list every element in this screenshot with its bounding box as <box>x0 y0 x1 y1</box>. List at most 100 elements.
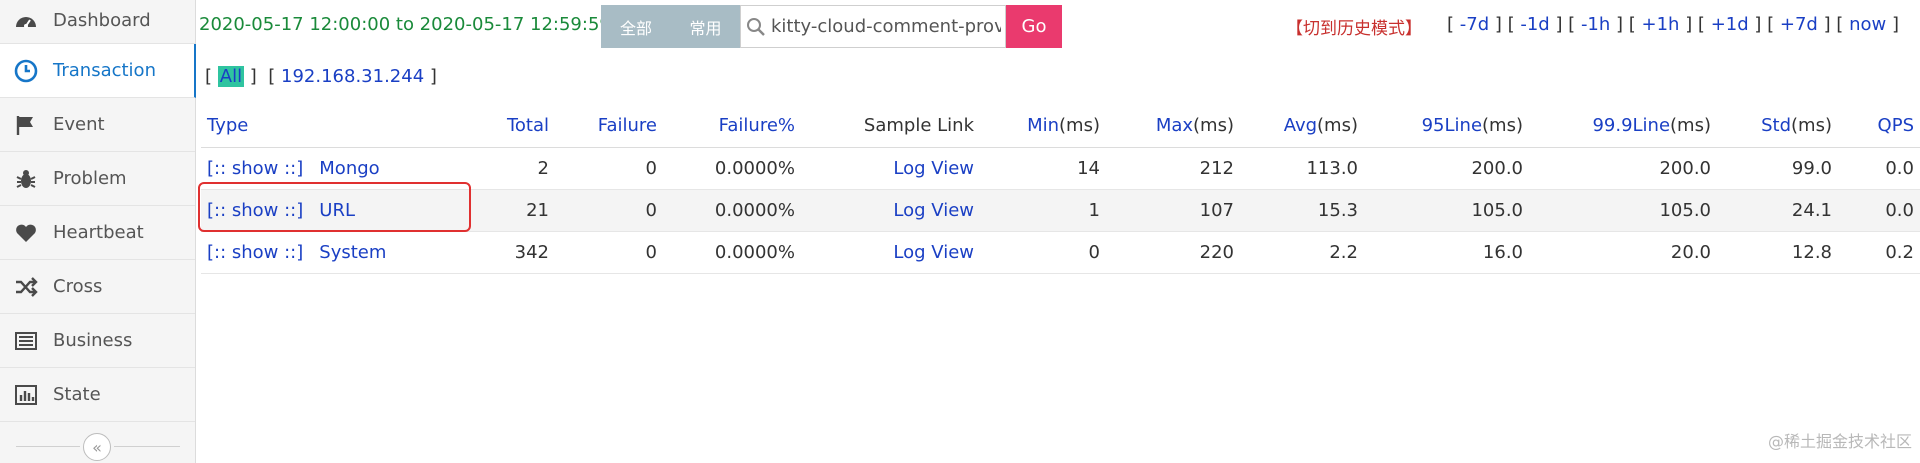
ip-filter: [ All ] [ 192.168.31.244 ] <box>205 66 437 87</box>
transaction-table: Type Total Failure Failure% Sample Link … <box>201 105 1920 274</box>
sidebar-item-state[interactable]: State <box>0 368 195 422</box>
col-failure-pct[interactable]: Failure% <box>663 105 801 148</box>
type-name-link[interactable]: URL <box>319 200 355 221</box>
time-jump-links: [ -7d ] [ -1d ] [ -1h ] [ +1h ] [ +1d ] … <box>1447 14 1899 35</box>
sidebar-item-transaction[interactable]: Transaction <box>0 44 196 98</box>
cell-min: 1 <box>980 189 1106 232</box>
bug-icon <box>12 165 40 193</box>
log-view-link[interactable]: Log View <box>893 200 974 221</box>
heart-icon <box>12 219 40 247</box>
search-box <box>740 5 1006 48</box>
sidebar-item-label: Problem <box>53 168 127 189</box>
cell-failure: 0 <box>555 147 663 190</box>
seg-all-button[interactable]: 全部 <box>601 5 671 48</box>
col-type[interactable]: Type <box>201 105 441 148</box>
sidebar-item-label: Dashboard <box>53 10 151 31</box>
col-avg[interactable]: Avg(ms) <box>1240 105 1364 148</box>
sidebar-item-label: Heartbeat <box>53 222 144 243</box>
jump-plus-1h[interactable]: +1h <box>1642 14 1680 35</box>
col-qps[interactable]: QPS <box>1838 105 1920 148</box>
jump-minus-1h[interactable]: -1h <box>1581 14 1610 35</box>
col-999line[interactable]: 99.9Line(ms) <box>1529 105 1717 148</box>
cell-failure: 0 <box>555 189 663 232</box>
jump-minus-1d[interactable]: -1d <box>1520 14 1549 35</box>
show-link[interactable]: [:: show ::] <box>207 242 303 263</box>
sidebar-item-dashboard[interactable]: Dashboard <box>0 0 195 44</box>
cell-avg: 113.0 <box>1240 147 1364 190</box>
unit-label: (ms) <box>1193 115 1234 137</box>
list-icon <box>12 327 40 355</box>
cell-std: 99.0 <box>1717 147 1838 190</box>
type-name-link[interactable]: System <box>319 242 386 263</box>
seg-common-button[interactable]: 常用 <box>671 5 740 48</box>
col-sample-link: Sample Link <box>801 105 980 148</box>
search-input[interactable] <box>771 6 1001 47</box>
cell-failure-pct: 0.0000% <box>663 147 801 190</box>
cell-avg: 2.2 <box>1240 231 1364 274</box>
cell-999line: 105.0 <box>1529 189 1717 232</box>
col-95line[interactable]: 95Line(ms) <box>1364 105 1529 148</box>
cell-min: 14 <box>980 147 1106 190</box>
time-range: 2020-05-17 12:00:00 to 2020-05-17 12:59:… <box>199 14 611 35</box>
unit-label: (ms) <box>1059 115 1100 137</box>
cell-max: 107 <box>1106 189 1240 232</box>
cell-sample-link: Log View <box>801 189 980 232</box>
cell-std: 24.1 <box>1717 189 1838 232</box>
sidebar-item-cross[interactable]: Cross <box>0 260 195 314</box>
divider <box>114 446 180 447</box>
col-std[interactable]: Std(ms) <box>1717 105 1838 148</box>
cell-999line: 20.0 <box>1529 231 1717 274</box>
jump-plus-7d[interactable]: +7d <box>1780 14 1818 35</box>
col-max-label: Max <box>1155 115 1194 137</box>
table-header-row: Type Total Failure Failure% Sample Link … <box>201 105 1920 148</box>
table-row: [:: show ::] URL 21 0 0.0000% Log View 1 … <box>201 189 1920 232</box>
unit-label: (ms) <box>1482 115 1523 137</box>
sidebar-item-label: Cross <box>53 276 103 297</box>
sidebar-item-label: State <box>53 384 101 405</box>
cell-failure: 0 <box>555 231 663 274</box>
collapse-sidebar-button[interactable]: « <box>83 433 111 461</box>
log-view-link[interactable]: Log View <box>893 242 974 263</box>
go-button[interactable]: Go <box>1006 5 1062 48</box>
col-min[interactable]: Min(ms) <box>980 105 1106 148</box>
col-total[interactable]: Total <box>441 105 555 148</box>
log-view-link[interactable]: Log View <box>893 158 974 179</box>
jump-minus-7d[interactable]: -7d <box>1460 14 1489 35</box>
sidebar-item-label: Business <box>53 330 133 351</box>
cell-total: 342 <box>441 231 555 274</box>
col-failure[interactable]: Failure <box>555 105 663 148</box>
jump-plus-1d[interactable]: +1d <box>1711 14 1749 35</box>
cell-type: [:: show ::] URL <box>201 189 441 232</box>
col-avg-label: Avg <box>1283 115 1318 137</box>
col-max[interactable]: Max(ms) <box>1106 105 1240 148</box>
type-name-link[interactable]: Mongo <box>319 158 379 179</box>
divider <box>16 446 80 447</box>
cell-std: 12.8 <box>1717 231 1838 274</box>
cell-qps: 0.0 <box>1838 147 1920 190</box>
ip-filter-item[interactable]: 192.168.31.244 <box>281 66 424 87</box>
show-link[interactable]: [:: show ::] <box>207 158 303 179</box>
ip-filter-all[interactable]: All <box>217 66 245 87</box>
cell-total: 2 <box>441 147 555 190</box>
cell-failure-pct: 0.0000% <box>663 231 801 274</box>
bar-chart-icon <box>12 381 40 409</box>
sidebar-item-business[interactable]: Business <box>0 314 195 368</box>
flag-icon <box>12 111 40 139</box>
cell-total: 21 <box>441 189 555 232</box>
sidebar-item-heartbeat[interactable]: Heartbeat <box>0 206 195 260</box>
cell-999line: 200.0 <box>1529 147 1717 190</box>
cell-min: 0 <box>980 231 1106 274</box>
cell-failure-pct: 0.0000% <box>663 189 801 232</box>
cell-max: 212 <box>1106 147 1240 190</box>
double-chevron-left-icon: « <box>92 437 102 457</box>
search-icon <box>741 5 771 48</box>
history-mode-link[interactable]: 【切到历史模式】 <box>1286 14 1422 39</box>
sidebar-item-event[interactable]: Event <box>0 98 195 152</box>
jump-now[interactable]: now <box>1849 14 1886 35</box>
sidebar-collapse-area: « <box>0 430 196 463</box>
cell-95line: 16.0 <box>1364 231 1529 274</box>
col-std-label: Std <box>1761 115 1792 137</box>
show-link[interactable]: [:: show ::] <box>207 200 303 221</box>
dashboard-icon <box>12 8 40 36</box>
sidebar-item-problem[interactable]: Problem <box>0 152 195 206</box>
